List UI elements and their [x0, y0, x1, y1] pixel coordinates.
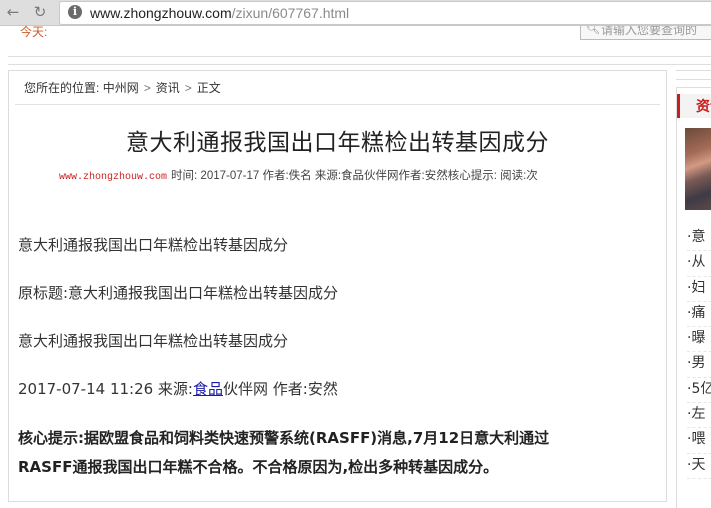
list-item[interactable]: ·曝	[687, 327, 711, 353]
url-host: www.zhongzhouw.com	[90, 5, 232, 21]
sidebar-heading: 资讯	[677, 94, 711, 118]
site-header-strip: 今天: 🔍︎ 请输入您要查询的	[0, 26, 711, 46]
list-item[interactable]: ·天	[687, 454, 711, 479]
list-item[interactable]: ·喂	[687, 428, 711, 454]
list-item[interactable]: ·意	[687, 226, 711, 252]
breadcrumb-divider	[15, 104, 660, 105]
article-meta: www.zhongzhouw.com 时间: 2017-07-17 作者:佚名 来…	[59, 167, 659, 183]
article-panel: 您所在的位置: 中州网 > 资讯 > 正文 意大利通报我国出口年糕检出转基因成分 www…	[8, 70, 667, 502]
source-line: 2017-07-14 11:26 来源:食品伙伴网 作者:安然	[18, 378, 338, 399]
list-item[interactable]: ·痛	[687, 302, 711, 328]
list-item[interactable]: ·从	[687, 251, 711, 277]
sidebar-heading-text: 资讯	[696, 99, 711, 115]
article-title: 意大利通报我国出口年糕检出转基因成分	[126, 130, 549, 156]
breadcrumb-current: 正文	[196, 81, 221, 95]
source-date: 2017-07-14 11:26 来源:	[18, 380, 193, 398]
url-path: /zixun/607767.html	[231, 5, 350, 21]
sidebar-news-box: 资讯 ·意 ·从 ·妇 ·痛 ·曝 ·男 ·5亿 ·左 ·喂 ·天	[676, 87, 711, 508]
search-placeholder: 请输入您要查询的	[601, 26, 698, 37]
list-item[interactable]: ·妇	[687, 277, 711, 302]
site-search-input[interactable]: 🔍︎ 请输入您要查询的	[580, 26, 711, 40]
search-icon: 🔍︎	[586, 26, 600, 35]
article-paragraph: 意大利通报我国出口年糕检出转基因成分	[18, 332, 289, 350]
meta-site-link[interactable]: www.zhongzhouw.com	[59, 172, 167, 183]
browser-toolbar: ← ↻ i www.zhongzhouw.com/zixun/607767.ht…	[0, 0, 711, 26]
list-item[interactable]: ·男	[687, 352, 711, 378]
breadcrumb-separator-icon: >	[143, 81, 151, 95]
article-paragraph: 原标题:意大利通报我国出口年糕检出转基因成分	[18, 284, 339, 302]
article-paragraph: 意大利通报我国出口年糕检出转基因成分	[18, 236, 289, 254]
sidebar-news-list: ·意 ·从 ·妇 ·痛 ·曝 ·男 ·5亿 ·左 ·喂 ·天	[687, 226, 711, 479]
breadcrumb-home[interactable]: 中州网	[103, 81, 139, 95]
summary-line-2: RASFF通报我国出口年糕不合格。不合格原因为,检出多种转基因成分。	[18, 458, 499, 476]
sidebar-divider	[676, 70, 711, 80]
breadcrumb-separator-icon: >	[184, 81, 192, 95]
sidebar: 资讯 ·意 ·从 ·妇 ·痛 ·曝 ·男 ·5亿 ·左 ·喂 ·天	[676, 70, 711, 508]
date-label: 今天:	[20, 26, 48, 39]
sidebar-news-photo[interactable]	[685, 128, 711, 210]
breadcrumb-prefix: 您所在的位置:	[24, 81, 100, 95]
list-item[interactable]: ·5亿	[687, 378, 711, 404]
source-link[interactable]: 食品	[193, 380, 223, 398]
breadcrumb: 您所在的位置: 中州网 > 资讯 > 正文	[24, 79, 221, 96]
reload-icon[interactable]: ↻	[31, 3, 49, 21]
breadcrumb-news[interactable]: 资讯	[156, 81, 180, 95]
info-icon[interactable]: i	[68, 5, 82, 19]
summary-line-1: 核心提示:据欧盟食品和饲料类快速预警系统(RASFF)消息,7月12日意大利通过	[18, 429, 550, 447]
source-author: 伙伴网 作者:安然	[223, 380, 338, 398]
back-arrow-icon[interactable]: ←	[4, 3, 22, 21]
header-divider	[8, 56, 711, 65]
url-text: www.zhongzhouw.com/zixun/607767.html	[90, 3, 349, 23]
meta-text: 时间: 2017-07-17 作者:佚名 来源:食品伙伴网作者:安然核心提示: …	[171, 170, 538, 182]
address-bar[interactable]: i www.zhongzhouw.com/zixun/607767.html	[59, 1, 711, 25]
list-item[interactable]: ·左	[687, 403, 711, 429]
